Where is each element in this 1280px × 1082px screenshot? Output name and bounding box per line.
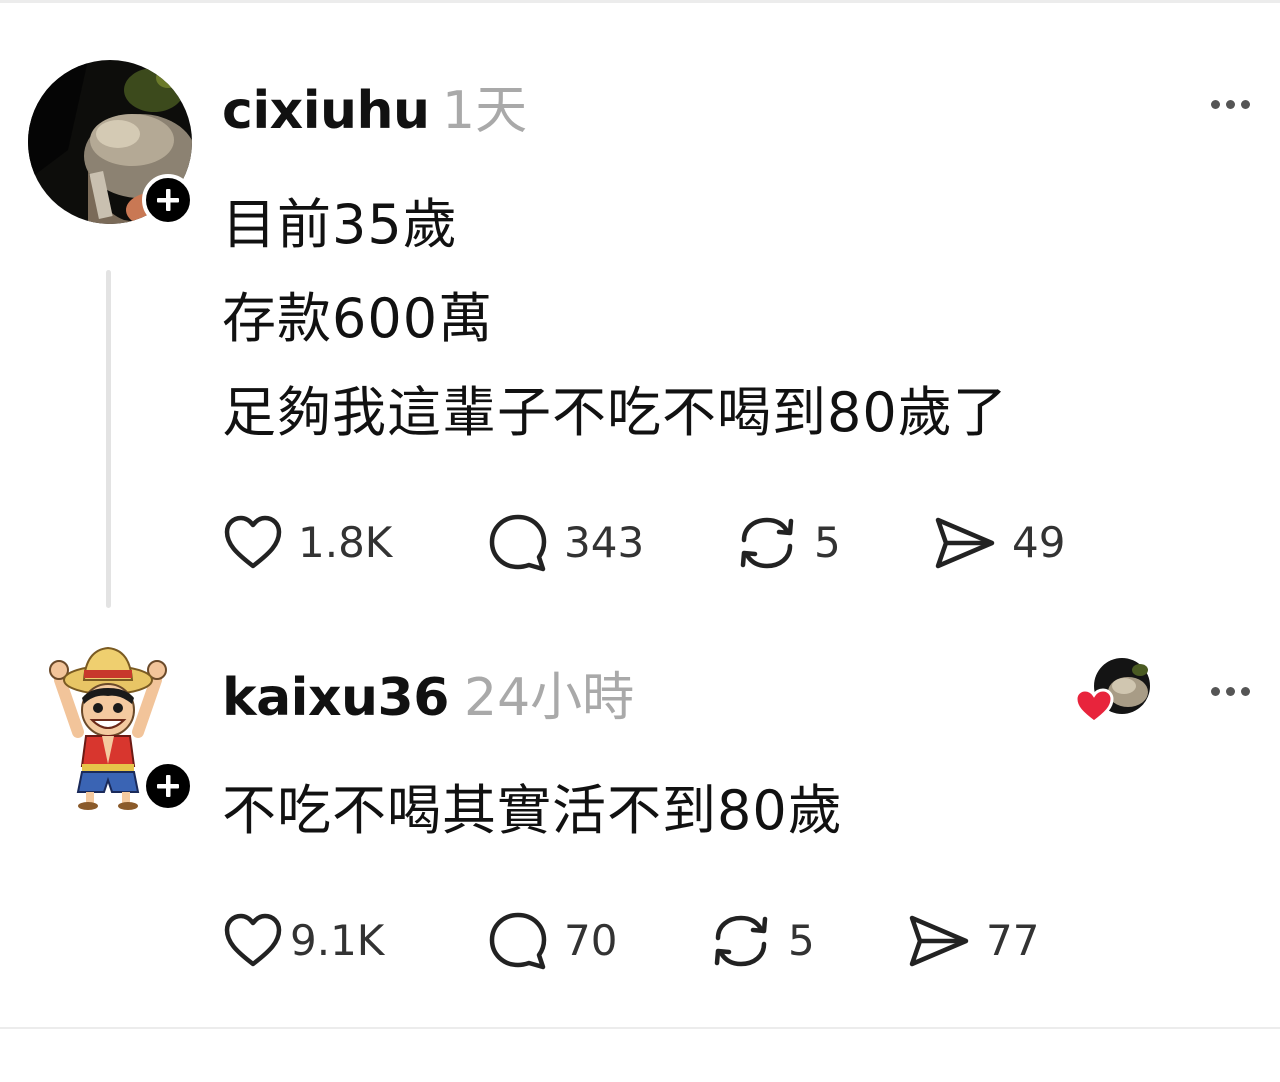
share-icon [935, 517, 995, 569]
post-text-line: 存款600萬 [222, 287, 494, 350]
thread-line [106, 270, 111, 608]
heart-icon [224, 913, 282, 967]
like-button[interactable]: 9.1K [222, 910, 384, 972]
username[interactable]: kaixu36 [222, 672, 449, 724]
reply-button[interactable]: 343 [486, 512, 644, 574]
username[interactable]: cixiuhu [222, 85, 430, 137]
share-button[interactable]: 77 [906, 910, 1039, 972]
liked-by-author-badge [1074, 658, 1158, 728]
reply-count: 343 [564, 518, 645, 567]
like-button[interactable]: 1.8K [222, 512, 392, 574]
more-icon[interactable] [1211, 687, 1250, 696]
repost-icon [714, 915, 768, 967]
reply-button[interactable]: 70 [486, 910, 617, 972]
timestamp: 24小時 [464, 668, 635, 728]
bottom-divider [0, 1027, 1280, 1029]
follow-plus-icon [157, 189, 179, 211]
repost-count: 5 [788, 916, 815, 965]
repost-count: 5 [814, 518, 841, 567]
like-count: 1.8K [298, 518, 393, 567]
post-body: 目前35歲 存款600萬 足夠我這輩子不吃不喝到80歲了 [222, 178, 1008, 460]
liked-by-author-heart-icon [1074, 688, 1114, 724]
heart-icon [224, 515, 282, 569]
post-body: 不吃不喝其實活不到80歲 [222, 764, 843, 858]
share-count: 77 [986, 916, 1040, 965]
comment-icon [489, 912, 547, 970]
post-text-line: 足夠我這輩子不吃不喝到80歲了 [222, 381, 1008, 444]
share-button[interactable]: 49 [932, 512, 1065, 574]
post-text-line: 目前35歲 [222, 193, 458, 256]
top-divider [0, 0, 1280, 3]
follow-button[interactable] [142, 174, 194, 226]
repost-button[interactable]: 5 [708, 910, 815, 972]
timestamp: 1天 [442, 81, 528, 141]
more-icon[interactable] [1211, 100, 1250, 109]
reply-count: 70 [564, 916, 618, 965]
repost-button[interactable]: 5 [734, 512, 841, 574]
share-count: 49 [1012, 518, 1066, 567]
comment-icon [489, 514, 547, 572]
like-count: 9.1K [290, 916, 385, 965]
share-icon [909, 915, 969, 967]
repost-icon [740, 517, 794, 569]
follow-plus-icon [157, 775, 179, 797]
post-text-line: 不吃不喝其實活不到80歲 [222, 779, 843, 842]
follow-button[interactable] [142, 760, 194, 812]
